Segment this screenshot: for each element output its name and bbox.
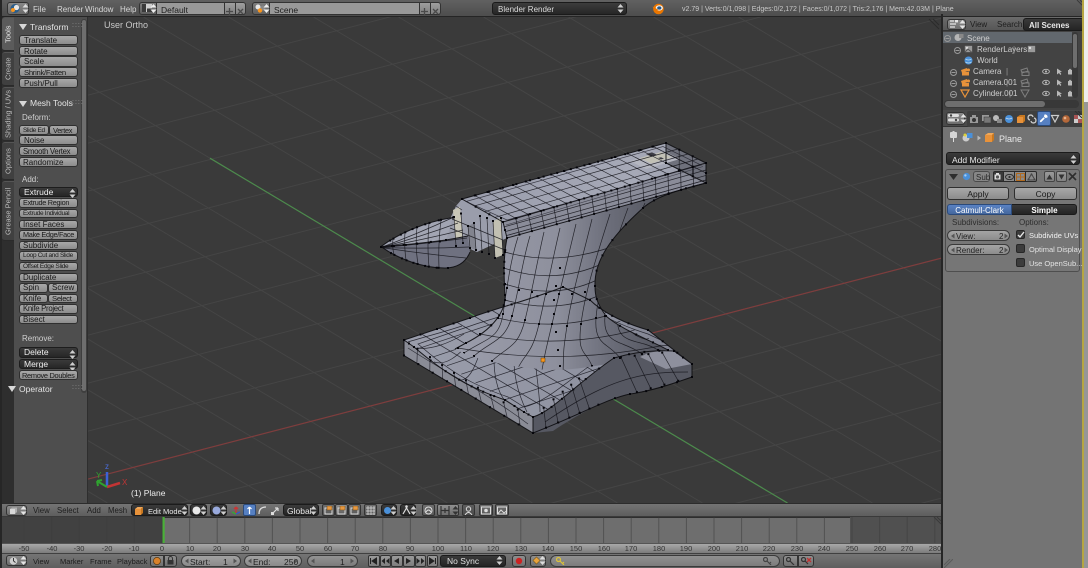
svg-text:-20: -20 <box>102 544 113 553</box>
svg-text:160: 160 <box>598 544 611 553</box>
svg-text:210: 210 <box>736 544 749 553</box>
svg-text:250: 250 <box>846 544 859 553</box>
svg-text:(1) Plane: (1) Plane <box>131 488 166 498</box>
svg-text:200: 200 <box>708 544 721 553</box>
svg-text:80: 80 <box>379 544 387 553</box>
svg-text:100: 100 <box>432 544 445 553</box>
svg-text:10: 10 <box>186 544 194 553</box>
svg-text:40: 40 <box>268 544 276 553</box>
svg-text:90: 90 <box>406 544 414 553</box>
svg-text:60: 60 <box>324 544 332 553</box>
svg-text:-50: -50 <box>19 544 30 553</box>
svg-text:230: 230 <box>791 544 804 553</box>
svg-text:280: 280 <box>929 544 941 553</box>
svg-text:X: X <box>122 478 128 487</box>
svg-text:50: 50 <box>296 544 304 553</box>
svg-text:z: z <box>105 462 109 471</box>
svg-text:User Ortho: User Ortho <box>104 20 148 30</box>
svg-text:260: 260 <box>874 544 887 553</box>
svg-text:190: 190 <box>680 544 693 553</box>
svg-text:140: 140 <box>542 544 555 553</box>
svg-text:Y: Y <box>96 471 102 480</box>
svg-text:270: 270 <box>901 544 914 553</box>
svg-text:70: 70 <box>351 544 359 553</box>
svg-text:-30: -30 <box>74 544 85 553</box>
svg-text:110: 110 <box>460 544 472 553</box>
svg-text:0: 0 <box>160 544 164 553</box>
svg-text:150: 150 <box>570 544 583 553</box>
svg-text:120: 120 <box>487 544 500 553</box>
svg-text:240: 240 <box>818 544 831 553</box>
svg-text:220: 220 <box>763 544 776 553</box>
svg-text:-40: -40 <box>47 544 58 553</box>
svg-text:170: 170 <box>625 544 638 553</box>
svg-text:180: 180 <box>653 544 666 553</box>
svg-text:-10: -10 <box>129 544 140 553</box>
svg-text:30: 30 <box>241 544 249 553</box>
svg-text:130: 130 <box>515 544 528 553</box>
svg-text:20: 20 <box>213 544 221 553</box>
